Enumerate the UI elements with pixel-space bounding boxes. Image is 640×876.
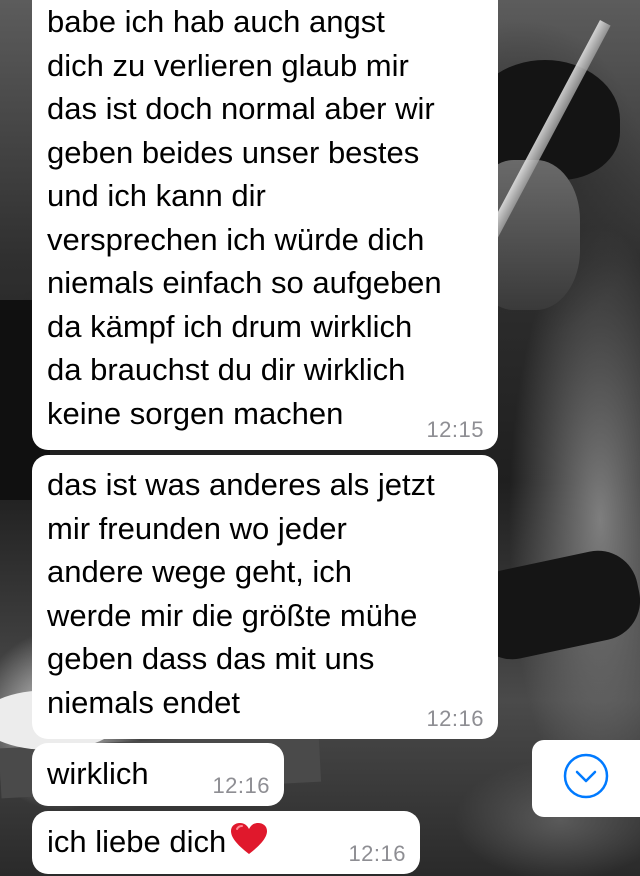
message-bubble-incoming[interactable]: das ist was anderes als jetzt mir freund… xyxy=(32,455,498,739)
message-timestamp: 12:16 xyxy=(348,841,406,866)
chevron-down-circle-icon xyxy=(562,752,610,805)
message-timestamp: 12:15 xyxy=(426,417,484,442)
scroll-to-bottom-button[interactable] xyxy=(532,740,640,817)
message-timestamp: 12:16 xyxy=(426,706,484,731)
message-timestamp: 12:16 xyxy=(212,773,270,798)
message-text: babe ich hab auch angst dich zu verliere… xyxy=(47,4,442,431)
message-bubble-incoming[interactable]: babe ich hab auch angst dich zu verliere… xyxy=(32,0,498,450)
message-bubble-incoming[interactable]: wirklich 12:16 xyxy=(32,743,284,806)
heart-emoji-icon xyxy=(230,822,268,868)
message-text: das ist was anderes als jetzt mir freund… xyxy=(47,467,435,720)
message-bubble-incoming[interactable]: ich liebe dich 12:16 xyxy=(32,811,420,874)
message-text: ich liebe dich xyxy=(47,824,227,859)
